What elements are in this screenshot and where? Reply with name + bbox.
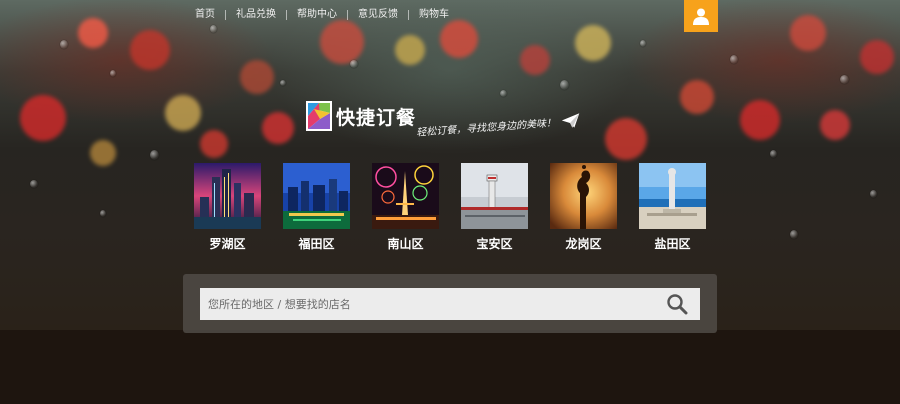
district-thumb-yantian: [639, 163, 706, 229]
district-name: 福田区: [298, 237, 335, 251]
raindrop: [30, 180, 38, 188]
bokeh-light: [820, 110, 850, 140]
search-icon: [667, 294, 688, 315]
district-list: 罗湖区 福田区 南山区 宝安区 龙岗区 盐田区: [194, 163, 706, 252]
raindrop: [100, 210, 106, 217]
nav-help-center[interactable]: 帮助中心: [287, 8, 347, 22]
bokeh-light: [520, 45, 550, 75]
top-nav: 首页 礼品兑换 帮助中心 意见反馈 购物车: [185, 8, 459, 22]
page-footer-band: [0, 330, 900, 404]
bokeh-light: [262, 112, 294, 144]
raindrop: [280, 80, 286, 86]
district-name: 南山区: [387, 237, 424, 251]
district-name: 宝安区: [476, 237, 513, 251]
site-logo[interactable]: 快捷订餐: [306, 101, 416, 131]
search-input[interactable]: [200, 288, 650, 320]
raindrop: [150, 150, 159, 160]
district-baoan[interactable]: 宝安区: [461, 163, 528, 252]
district-name: 龙岗区: [565, 237, 602, 251]
district-longgang[interactable]: 龙岗区: [550, 163, 617, 252]
district-thumb-luohu: [194, 163, 261, 229]
logo-mark-icon: [306, 101, 332, 131]
bokeh-light: [320, 20, 364, 64]
district-luohu[interactable]: 罗湖区: [194, 163, 261, 252]
bokeh-light: [680, 80, 714, 114]
nav-feedback[interactable]: 意见反馈: [348, 8, 408, 22]
raindrop: [110, 70, 116, 77]
bokeh-light: [860, 40, 894, 74]
district-name: 罗湖区: [209, 237, 246, 251]
bokeh-light: [790, 15, 826, 51]
raindrop: [500, 90, 507, 97]
raindrop: [770, 150, 777, 158]
bokeh-light: [440, 20, 478, 58]
user-account-button[interactable]: [684, 0, 718, 32]
bokeh-light: [130, 30, 170, 70]
raindrop: [790, 230, 798, 239]
raindrop: [350, 60, 358, 68]
nav-home[interactable]: 首页: [185, 8, 225, 22]
district-name: 盐田区: [654, 237, 691, 251]
bokeh-light: [78, 18, 108, 48]
district-thumb-baoan: [461, 163, 528, 229]
search-button[interactable]: [664, 292, 690, 316]
bokeh-light: [20, 95, 66, 141]
bokeh-light: [165, 95, 201, 131]
bokeh-light: [90, 140, 116, 166]
district-thumb-nanshan: [372, 163, 439, 229]
bokeh-light: [395, 35, 425, 65]
raindrop: [210, 25, 217, 33]
raindrop: [870, 190, 877, 198]
raindrop: [560, 80, 569, 90]
bokeh-light: [200, 130, 228, 158]
district-nanshan[interactable]: 南山区: [372, 163, 439, 252]
bokeh-light: [575, 25, 611, 61]
nav-cart[interactable]: 购物车: [409, 8, 459, 22]
district-thumb-longgang: [550, 163, 617, 229]
bokeh-light: [740, 100, 780, 140]
user-icon: [693, 8, 709, 25]
search-panel: [183, 274, 717, 333]
district-yantian[interactable]: 盐田区: [639, 163, 706, 252]
paper-plane-icon: [561, 112, 580, 128]
raindrop: [60, 40, 68, 49]
nav-gift-exchange[interactable]: 礼品兑换: [226, 8, 286, 22]
district-thumb-futian: [283, 163, 350, 229]
district-futian[interactable]: 福田区: [283, 163, 350, 252]
raindrop: [640, 40, 646, 47]
raindrop: [730, 55, 738, 64]
bokeh-light: [240, 60, 274, 94]
search-box: [200, 288, 700, 320]
bokeh-light: [605, 118, 647, 160]
raindrop: [840, 75, 849, 84]
logo-text: 快捷订餐: [336, 106, 417, 129]
